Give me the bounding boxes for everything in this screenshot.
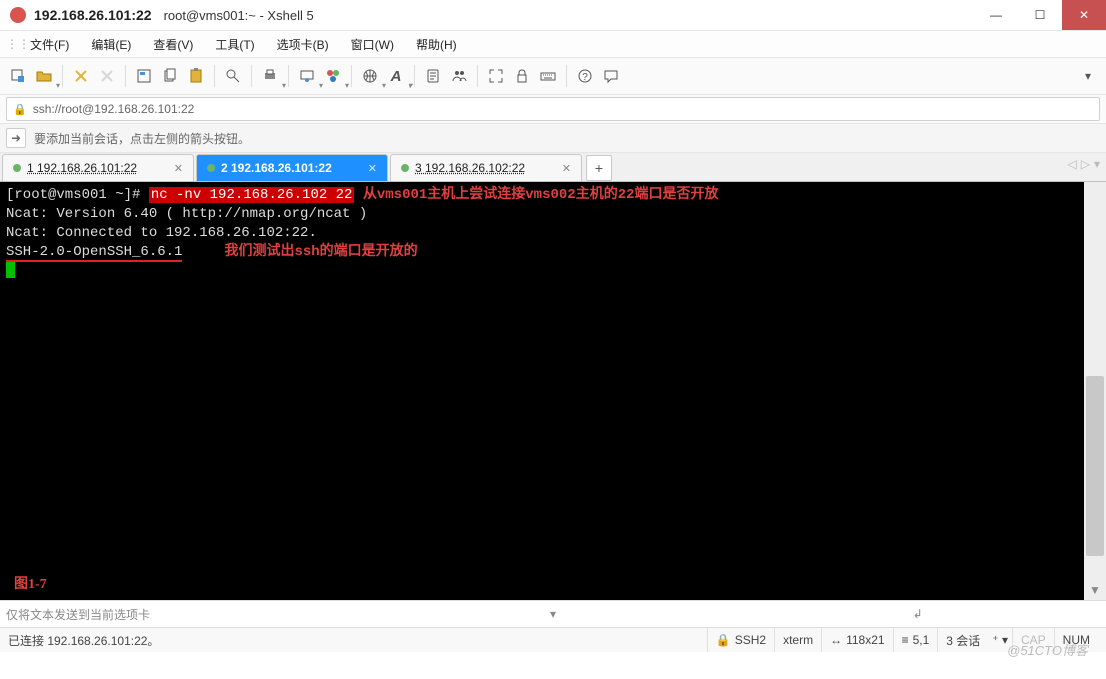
title-bar: 192.168.26.101:22 root@vms001:~ - Xshell… (0, 0, 1106, 31)
tab-list-icon[interactable]: ▾ (1094, 157, 1100, 171)
tab-session-2[interactable]: 2 192.168.26.101:22 ✕ (196, 154, 388, 181)
hint-bar: ➜ 要添加当前会话，点击左侧的箭头按钮。 (0, 124, 1106, 153)
tab-nav: ◁ ▷ ▾ (1068, 157, 1101, 171)
bars-icon: ≡ (902, 633, 909, 647)
status-dot-icon (13, 164, 21, 172)
tab-close-icon[interactable]: ✕ (360, 162, 377, 175)
status-size: ↔118x21 (821, 628, 892, 652)
script-icon[interactable] (421, 64, 445, 88)
keyboard-icon[interactable] (536, 64, 560, 88)
status-connection: 已连接 192.168.26.101:22。 (8, 628, 167, 652)
status-bar: 已连接 192.168.26.101:22。 🔒SSH2 xterm ↔118x… (0, 627, 1106, 652)
cursor (6, 262, 15, 278)
find-icon[interactable] (221, 64, 245, 88)
tab-label: 3 192.168.26.102:22 (415, 161, 525, 175)
terminal-wrap: [root@vms001 ~]# nc -nv 192.168.26.102 2… (0, 182, 1106, 600)
menu-bar: ⋮⋮ 文件(F) 编辑(E) 查看(V) 工具(T) 选项卡(B) 窗口(W) … (0, 31, 1106, 58)
tab-close-icon[interactable]: ✕ (166, 162, 183, 175)
globe-icon[interactable] (358, 64, 382, 88)
font-icon[interactable]: A (384, 64, 408, 88)
status-proto: 🔒SSH2 (707, 628, 774, 652)
menu-view[interactable]: 查看(V) (143, 34, 203, 55)
minimize-button[interactable]: — (974, 0, 1018, 30)
compose-enter-icon[interactable]: ↲ (735, 607, 1100, 621)
hint-text: 要添加当前会话，点击左侧的箭头按钮。 (34, 130, 250, 147)
close-button[interactable]: ✕ (1062, 0, 1106, 30)
compose-bar[interactable]: 仅将文本发送到当前选项卡 ▾ ↲ (0, 600, 1106, 627)
maximize-button[interactable]: ☐ (1018, 0, 1062, 30)
tab-session-1[interactable]: 1 192.168.26.101:22 ✕ (2, 154, 194, 181)
resize-icon: ↔ (830, 633, 842, 647)
figure-label: 图1-7 (14, 575, 47, 594)
properties-icon[interactable] (132, 64, 156, 88)
svg-text:?: ? (582, 72, 588, 83)
tab-close-icon[interactable]: ✕ (554, 162, 571, 175)
command: nc -nv 192.168.26.102 22 (149, 187, 355, 203)
menu-help[interactable]: 帮助(H) (406, 34, 467, 55)
tab-label: 1 192.168.26.101:22 (27, 161, 137, 175)
term-line-ssh: SSH-2.0-OpenSSH_6.6.1 (6, 244, 182, 262)
fullscreen-icon[interactable] (484, 64, 508, 88)
annotation-1: 从vms001主机上尝试连接vms002主机的22端口是否开放 (363, 187, 719, 203)
status-term: xterm (774, 628, 821, 652)
scroll-thumb[interactable] (1086, 376, 1104, 556)
toolbar-overflow-icon[interactable]: ▾ (1076, 64, 1100, 88)
menu-edit[interactable]: 编辑(E) (81, 34, 141, 55)
tab-next-icon[interactable]: ▷ (1081, 157, 1090, 171)
tab-add-button[interactable]: + (586, 155, 612, 181)
menu-tabs[interactable]: 选项卡(B) (267, 34, 339, 55)
window-controls: — ☐ ✕ (974, 0, 1106, 30)
tab-label: 2 192.168.26.101:22 (221, 161, 332, 175)
paste-icon[interactable] (184, 64, 208, 88)
watermark: @51CTO博客 (1007, 640, 1088, 659)
tab-bar: 1 192.168.26.101:22 ✕ 2 192.168.26.101:2… (0, 153, 1106, 182)
lock-icon[interactable] (510, 64, 534, 88)
address-input[interactable]: 🔒 ssh://root@192.168.26.101:22 (6, 97, 1100, 121)
address-text: ssh://root@192.168.26.101:22 (33, 102, 195, 116)
menu-window[interactable]: 窗口(W) (341, 34, 404, 55)
menu-tools[interactable]: 工具(T) (205, 34, 264, 55)
terminal[interactable]: [root@vms001 ~]# nc -nv 192.168.26.102 2… (0, 182, 1084, 600)
reconnect-icon[interactable] (69, 64, 93, 88)
help-icon[interactable]: ? (573, 64, 597, 88)
toolbar: A ? ▾ (0, 58, 1106, 95)
users-icon[interactable] (447, 64, 471, 88)
transfer-icon[interactable] (295, 64, 319, 88)
status-cursor-pos: ≡5,1 (893, 628, 938, 652)
tab-prev-icon[interactable]: ◁ (1068, 157, 1077, 171)
print-icon[interactable] (258, 64, 282, 88)
term-line: Ncat: Connected to 192.168.26.102:22. (6, 225, 317, 241)
disconnect-icon[interactable] (95, 64, 119, 88)
address-bar: 🔒 ssh://root@192.168.26.101:22 (0, 95, 1106, 124)
app-icon (10, 7, 26, 23)
annotation-2: 我们测试出ssh的端口是开放的 (224, 244, 417, 260)
add-session-arrow-button[interactable]: ➜ (6, 128, 26, 148)
lock-small-icon: 🔒 (13, 103, 27, 116)
compose-dropdown-icon[interactable]: ▾ (371, 607, 736, 621)
compose-placeholder: 仅将文本发送到当前选项卡 (6, 606, 371, 623)
lock-tiny-icon: 🔒 (716, 633, 731, 647)
menu-file[interactable]: 文件(F) (20, 34, 79, 55)
tab-session-3[interactable]: 3 192.168.26.102:22 ✕ (390, 154, 582, 181)
status-dot-icon (207, 164, 215, 172)
prompt: [root@vms001 ~]# (6, 187, 149, 203)
scroll-down-icon[interactable]: ▼ (1084, 580, 1106, 600)
status-dot-icon (401, 164, 409, 172)
menu-grip[interactable]: ⋮⋮ (6, 41, 14, 47)
term-line: Ncat: Version 6.40 ( http://nmap.org/nca… (6, 206, 367, 222)
scrollbar[interactable]: ▼ (1084, 182, 1106, 600)
title-host: 192.168.26.101:22 (34, 7, 152, 23)
copy-icon[interactable] (158, 64, 182, 88)
open-icon[interactable] (32, 64, 56, 88)
status-sessions: 3 会话 (937, 628, 988, 652)
color-icon[interactable] (321, 64, 345, 88)
chat-icon[interactable] (599, 64, 623, 88)
title-app: root@vms001:~ - Xshell 5 (164, 8, 314, 23)
new-session-icon[interactable] (6, 64, 30, 88)
